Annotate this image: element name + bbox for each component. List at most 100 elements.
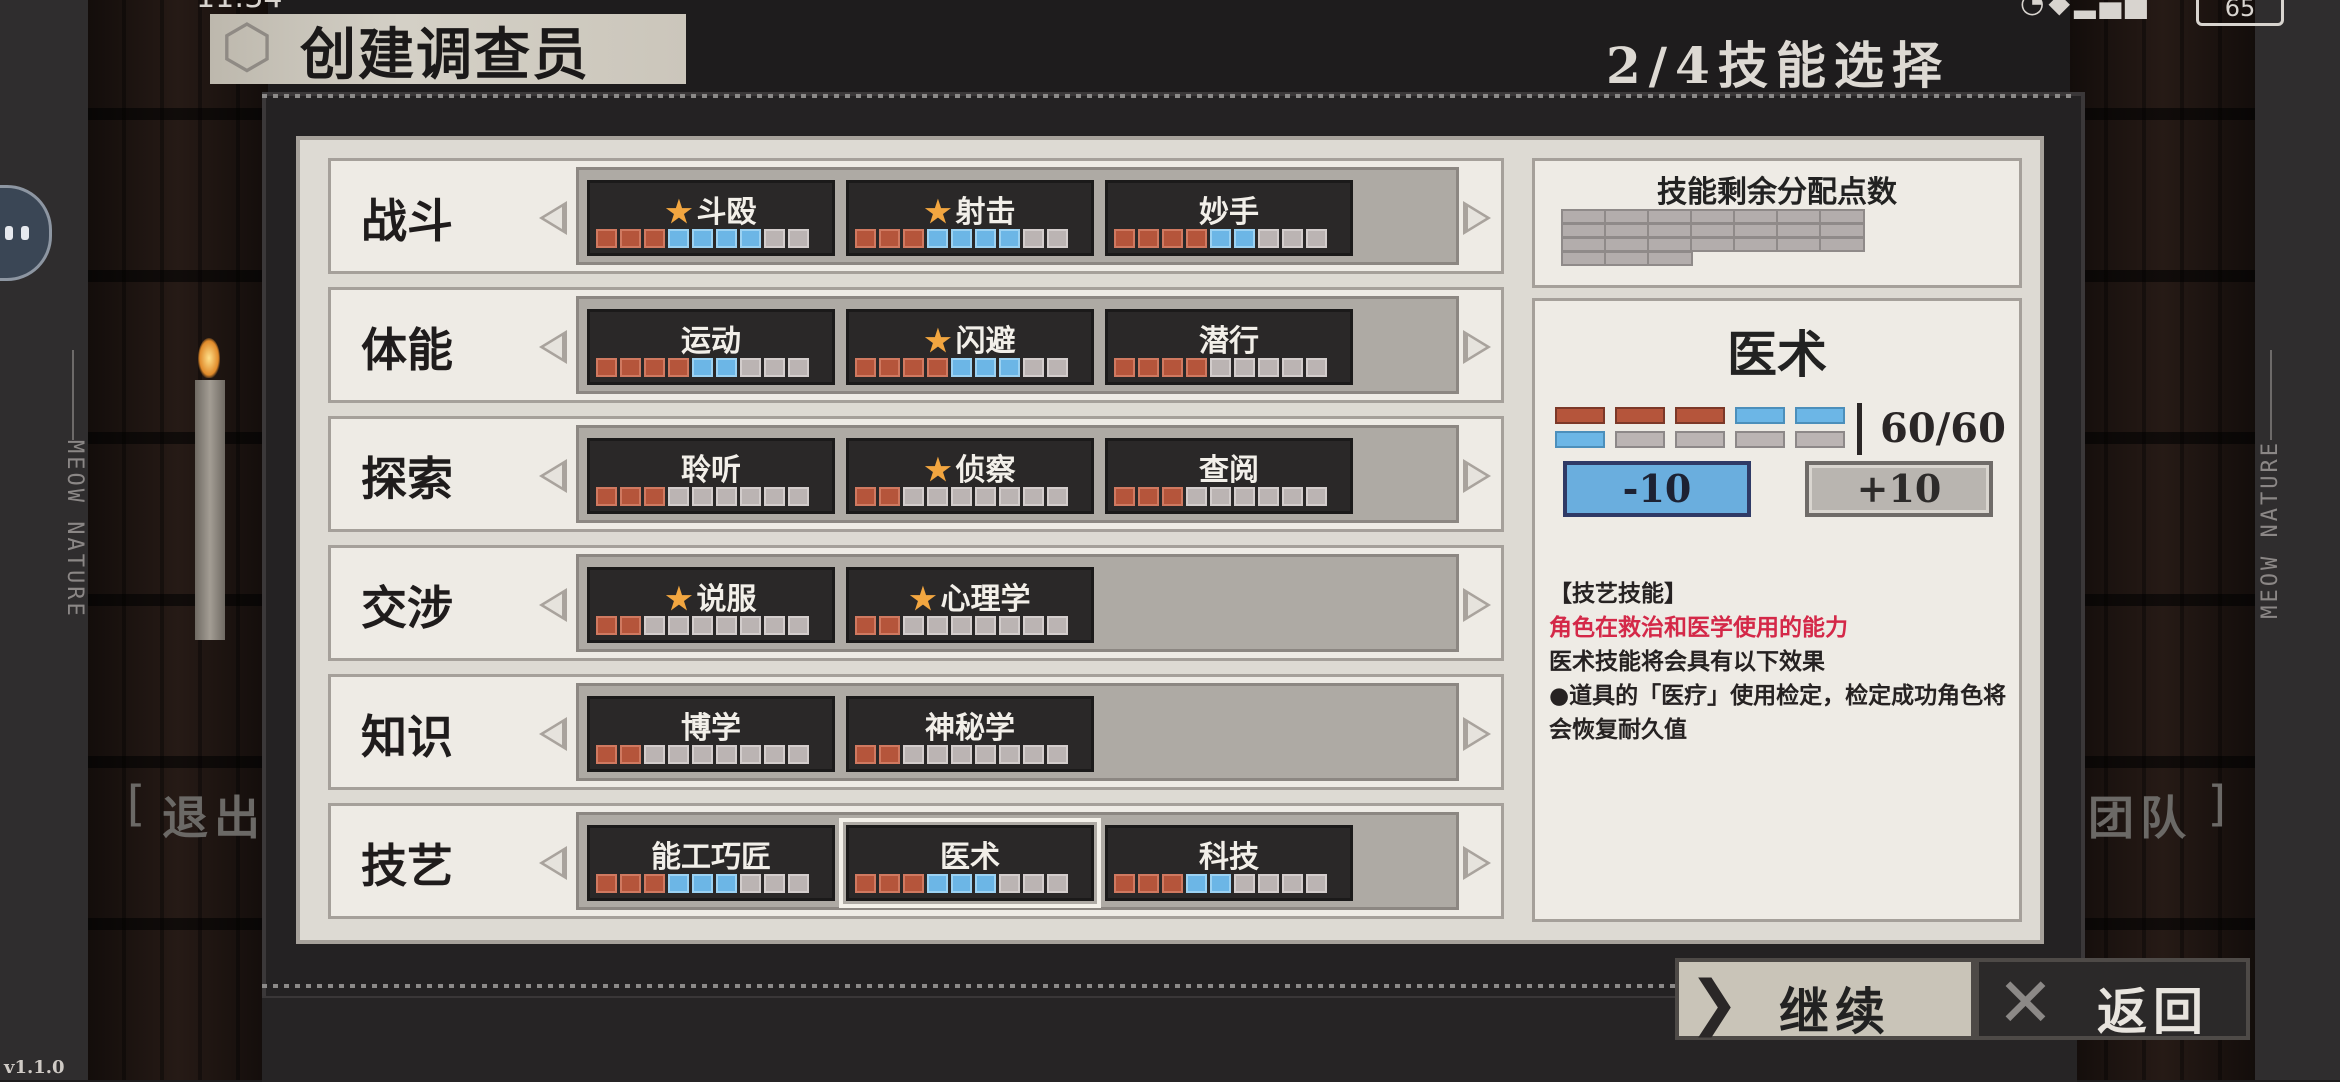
skill-pip — [927, 874, 948, 893]
skill-card[interactable]: 能工巧匠 — [587, 825, 835, 901]
arrow-left-icon[interactable] — [539, 459, 567, 493]
detail-pip — [1615, 407, 1665, 424]
bottom-actions: ❯ 继续 ✕ 返回 — [1675, 958, 2250, 1043]
skill-card[interactable]: 医术 — [839, 818, 1101, 908]
arrow-right-icon[interactable] — [1463, 201, 1491, 235]
skill-card[interactable]: ★ 射击 — [846, 180, 1094, 256]
skill-description: 【技艺技能】 角色在救治和医学使用的能力 医术技能将会具有以下效果 ●道具的「医… — [1549, 577, 2019, 747]
remaining-point — [1690, 209, 1736, 224]
skill-card[interactable]: ★ 斗殴 — [587, 180, 835, 256]
skill-level-pips — [855, 358, 1068, 377]
skill-pip — [692, 487, 713, 506]
skill-pip — [855, 487, 876, 506]
skill-pip — [1023, 745, 1044, 764]
skill-pip — [620, 874, 641, 893]
skill-card[interactable]: 聆听 — [587, 438, 835, 514]
skill-card[interactable]: 运动 — [587, 309, 835, 385]
continue-button[interactable]: ❯ 继续 — [1675, 958, 1975, 1041]
arrow-right-icon[interactable] — [1463, 330, 1491, 364]
skill-name: 说服 — [696, 582, 757, 617]
skill-pip — [855, 616, 876, 635]
arrow-right-icon[interactable] — [1463, 459, 1491, 493]
skill-level-pips — [596, 358, 809, 377]
skill-name: 妙手 — [1199, 195, 1259, 230]
skill-pip — [596, 487, 617, 506]
skill-pip — [1138, 487, 1159, 506]
skill-level-pips — [1114, 229, 1327, 248]
category-label: 技艺 — [361, 839, 453, 893]
skill-pip — [764, 229, 785, 248]
skill-pip — [1047, 229, 1068, 248]
skill-pip — [668, 616, 689, 635]
arrow-right-icon[interactable] — [1463, 846, 1491, 880]
skill-name-wrap: ★ 斗殴 — [590, 187, 832, 231]
version-label: v1.1.0 — [4, 1057, 65, 1078]
skill-pip — [951, 229, 972, 248]
skill-level-pips — [1114, 358, 1327, 377]
skill-pip — [740, 487, 761, 506]
increase-button[interactable]: +10 — [1805, 461, 1993, 517]
skill-pip — [620, 229, 641, 248]
skill-pip — [951, 616, 972, 635]
skill-name: 神秘学 — [925, 711, 1015, 746]
skill-pip — [975, 874, 996, 893]
decrease-button[interactable]: -10 — [1563, 461, 1751, 517]
skill-pip — [644, 487, 665, 506]
skill-pip — [644, 745, 665, 764]
arrow-left-icon[interactable] — [539, 588, 567, 622]
skill-pip — [927, 616, 948, 635]
skill-name-wrap: ★ 说服 — [590, 574, 832, 618]
remaining-point — [1561, 251, 1607, 266]
close-icon: ✕ — [1997, 964, 2054, 1043]
skill-name: 能工巧匠 — [651, 840, 771, 875]
skill-card[interactable]: 科技 — [1105, 825, 1353, 901]
skill-pip — [927, 745, 948, 764]
back-button[interactable]: ✕ 返回 — [1975, 958, 2250, 1043]
skill-pip — [1047, 487, 1068, 506]
signal-icon: ▂▄▆ — [2073, 0, 2151, 19]
remaining-point — [1776, 237, 1822, 252]
skill-row: 知识 博学 神秘学 — [328, 674, 1504, 790]
arrow-right-icon[interactable] — [1463, 588, 1491, 622]
arrow-left-icon[interactable] — [539, 717, 567, 751]
skill-card[interactable]: ★ 闪避 — [846, 309, 1094, 385]
skill-pip — [1047, 874, 1068, 893]
skill-pip — [1186, 874, 1207, 893]
skill-card[interactable]: 博学 — [587, 696, 835, 772]
arrow-right-icon[interactable] — [1463, 717, 1491, 751]
skill-card[interactable]: ★ 说服 — [587, 567, 835, 643]
arrow-left-icon[interactable] — [539, 201, 567, 235]
skill-card[interactable]: ★ 侦察 — [846, 438, 1094, 514]
skill-card[interactable]: 神秘学 — [846, 696, 1094, 772]
skill-card[interactable]: 妙手 — [1105, 180, 1353, 256]
skill-pip — [927, 229, 948, 248]
skill-pip — [1210, 229, 1231, 248]
bracket-icon: [ — [120, 776, 149, 832]
detail-skill-name: 医术 — [1727, 325, 1827, 384]
skill-name-wrap: ★ 闪避 — [849, 316, 1091, 360]
arrow-left-icon[interactable] — [539, 846, 567, 880]
skill-pip — [1023, 358, 1044, 377]
skill-name-wrap: 妙手 — [1108, 187, 1350, 231]
skill-name-wrap: 潜行 — [1108, 316, 1350, 360]
star-icon: ★ — [924, 324, 952, 359]
skill-pip — [1186, 358, 1207, 377]
skill-level-pips — [1114, 487, 1327, 506]
skill-card[interactable]: 查阅 — [1105, 438, 1353, 514]
skill-pip — [1306, 358, 1327, 377]
star-icon: ★ — [665, 582, 693, 617]
skill-pip — [855, 874, 876, 893]
arrow-left-icon[interactable] — [539, 330, 567, 364]
skill-card[interactable]: 潜行 — [1105, 309, 1353, 385]
skill-pip — [668, 874, 689, 893]
detail-pip — [1735, 431, 1785, 448]
skill-pip — [1258, 358, 1279, 377]
remaining-point — [1647, 209, 1693, 224]
detail-pip — [1675, 407, 1725, 424]
page-title: 创建调查员 — [300, 22, 590, 88]
skill-card[interactable]: ★ 心理学 — [846, 567, 1094, 643]
skill-pip — [788, 745, 809, 764]
skill-pip — [1282, 358, 1303, 377]
skill-pip — [740, 616, 761, 635]
skill-detail-panel: 医术 60/60 -10 +10 【技艺技能】 角色在救治和医学使用的能力 医术… — [1532, 298, 2022, 922]
